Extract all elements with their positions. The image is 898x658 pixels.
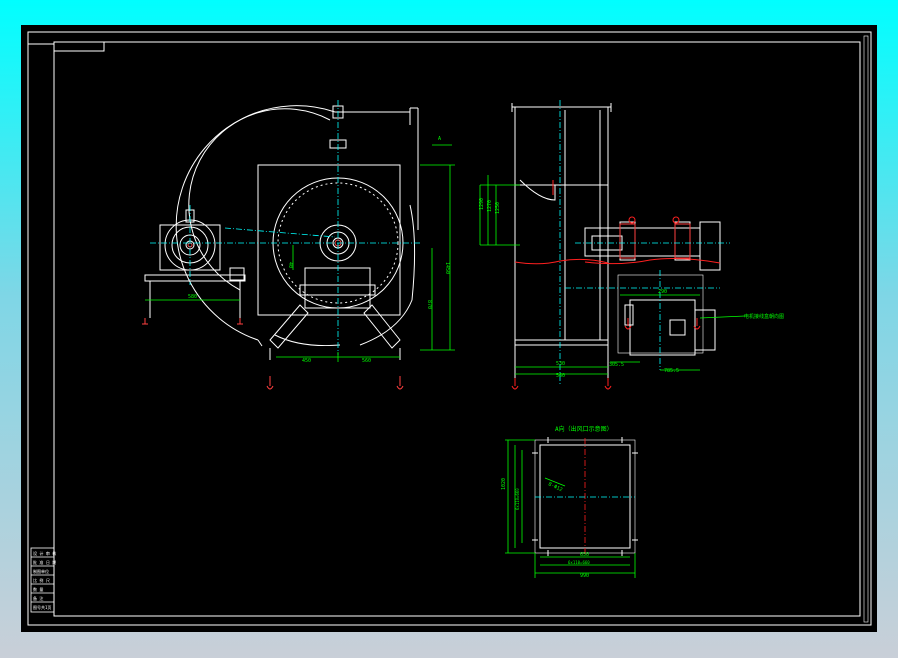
title-row-3: 制图单位 — [33, 568, 49, 574]
title-row-7: 图号共1页 — [33, 604, 51, 610]
outlet-view-title: A向（出风口示意图） — [555, 425, 613, 433]
dim-side-bottom-inner: 530 — [556, 361, 565, 367]
dim-height-total: 1450 — [444, 262, 450, 274]
dim-side-height-upper: 1290 — [479, 198, 485, 210]
section-mark-a: A — [438, 136, 441, 142]
title-row-2: 批 准 日 期 — [33, 559, 56, 565]
dim-bracket-right: 785.5 — [664, 368, 679, 374]
dim-hub-gap: 40 — [287, 262, 293, 268]
dim-height-axis: 870 — [426, 300, 432, 309]
dim-outlet-inner-width: 650 — [580, 552, 589, 558]
dim-motor-offset: 290 — [658, 289, 667, 295]
cad-drawing: 580 450 560 1450 870 40 A 1290 1270 1250… — [21, 25, 877, 632]
dim-outlet-flange-width: 6x110=660 — [568, 560, 590, 565]
dim-outlet-inner-height: 1020 — [501, 478, 507, 490]
title-row-5: 数 量 — [33, 586, 43, 592]
dim-side-height-mid: 1270 — [487, 200, 493, 212]
dim-outlet-flange-height: 6x110=660 — [515, 488, 520, 510]
dim-outlet-outer-width: 990 — [580, 573, 589, 579]
title-row-4: 比 例 尺 — [33, 577, 50, 583]
dim-outlet-left: 450 — [302, 358, 311, 364]
dim-outlet-right: 560 — [362, 358, 371, 364]
dim-motor-base-width: 580 — [188, 294, 197, 300]
dim-bracket-left: 305.5 — [609, 362, 624, 368]
drawing-sheet — [21, 25, 877, 632]
dim-side-height-low: 1250 — [495, 202, 501, 214]
title-row-1: 设 计 审 核 — [33, 550, 56, 556]
title-row-6: 备 注 — [33, 595, 43, 601]
dim-side-bottom-outer: 560 — [556, 373, 565, 379]
callout-junction-box: 电机接线盒朝向图 — [744, 313, 784, 320]
